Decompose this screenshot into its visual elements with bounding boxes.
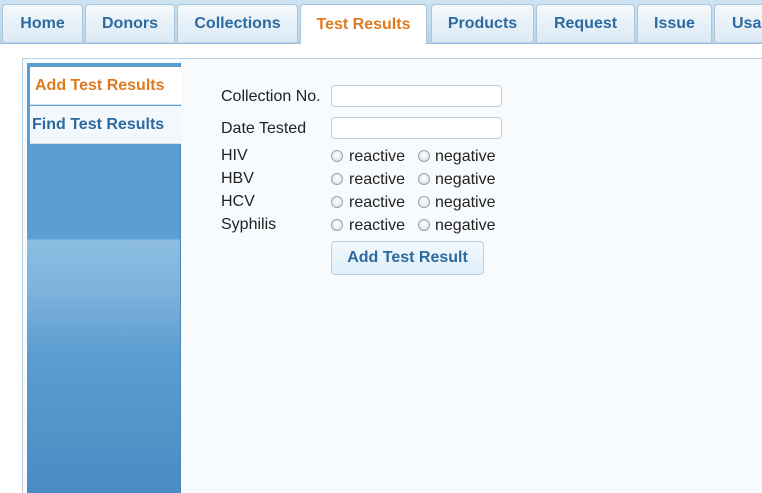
tab-products[interactable]: Products — [431, 4, 534, 42]
tab-collections[interactable]: Collections — [177, 4, 298, 42]
hiv-negative-label: negative — [435, 148, 496, 165]
tab-home[interactable]: Home — [2, 4, 83, 42]
hcv-reactive-label: reactive — [349, 194, 406, 211]
tab-test-results[interactable]: Test Results — [300, 4, 427, 44]
tab-request[interactable]: Request — [536, 4, 635, 42]
hbv-negative-radio[interactable] — [418, 173, 430, 185]
syphilis-reactive-radio[interactable] — [331, 219, 343, 231]
hcv-label: HCV — [221, 193, 255, 210]
syphilis-negative-label: negative — [435, 217, 496, 234]
hbv-reactive-radio[interactable] — [331, 173, 343, 185]
hiv-label: HIV — [221, 147, 248, 164]
hiv-reactive-radio[interactable] — [331, 150, 343, 162]
hcv-negative-label: negative — [435, 194, 496, 211]
sidebar-item-add-test-results[interactable]: Add Test Results — [30, 67, 181, 105]
sidebar-item-find-test-results[interactable]: Find Test Results — [30, 106, 181, 144]
syphilis-negative-radio[interactable] — [418, 219, 430, 231]
syphilis-reactive-label: reactive — [349, 217, 406, 234]
syphilis-label: Syphilis — [221, 216, 277, 233]
tab-donors[interactable]: Donors — [85, 4, 175, 42]
hiv-negative-radio[interactable] — [418, 150, 430, 162]
date-tested-input[interactable] — [331, 117, 502, 139]
main-tab-bar: Home Donors Collections Test Results Pro… — [0, 0, 762, 44]
hcv-negative-radio[interactable] — [418, 196, 430, 208]
tab-usage[interactable]: Usa — [714, 4, 762, 42]
hbv-label: HBV — [221, 170, 254, 187]
tab-issue[interactable]: Issue — [637, 4, 712, 42]
hiv-reactive-label: reactive — [349, 148, 406, 165]
date-tested-label: Date Tested — [221, 120, 307, 137]
add-test-result-button[interactable]: Add Test Result — [331, 241, 484, 275]
collection-no-input[interactable] — [331, 85, 502, 107]
hbv-reactive-label: reactive — [349, 171, 406, 188]
collection-no-label: Collection No. — [221, 88, 321, 105]
hbv-negative-label: negative — [435, 171, 496, 188]
hcv-reactive-radio[interactable] — [331, 196, 343, 208]
